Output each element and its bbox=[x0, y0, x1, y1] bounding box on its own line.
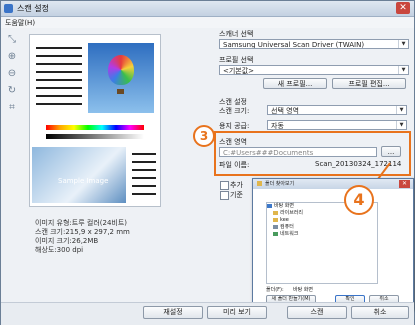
preview-toolbar: ⤡ ⊕ ⊖ ↻ ⌗ bbox=[6, 34, 22, 154]
window-title: 스캔 설정 bbox=[17, 4, 49, 13]
title-bar: 스캔 설정 ✕ bbox=[1, 1, 414, 17]
scan-size-value: 선택 영역 bbox=[271, 107, 299, 115]
spec-image-type: 이미지 유형:트루 컬러(24비트) bbox=[35, 219, 128, 227]
rotate-icon[interactable]: ↻ bbox=[6, 85, 18, 97]
paper-feed-select[interactable]: 자동 ▼ bbox=[267, 120, 407, 130]
zoom-in-icon[interactable]: ⊕ bbox=[6, 51, 18, 63]
dialog-title-bar: 폴더 찾아보기 ✕ bbox=[253, 179, 413, 189]
zoom-out-icon[interactable]: ⊖ bbox=[6, 68, 18, 80]
preview-photo-balloon bbox=[88, 43, 154, 113]
preview-photo-sky: Sample Image bbox=[32, 147, 126, 203]
folder-icon bbox=[257, 181, 262, 186]
edit-profile-button[interactable]: 프로필 편집... bbox=[332, 78, 406, 89]
scan-button[interactable]: 스캔 bbox=[287, 306, 347, 319]
computer-icon bbox=[273, 224, 278, 229]
scan-settings-window: 스캔 설정 ✕ 도움말(H) ⤡ ⊕ ⊖ ↻ ⌗ Sample Image 이미… bbox=[0, 0, 415, 325]
spec-resolution: 해상도:300 dpi bbox=[35, 246, 84, 254]
new-profile-button[interactable]: 새 프로필... bbox=[263, 78, 327, 89]
paper-feed-value: 자동 bbox=[271, 122, 284, 130]
dialog-close-icon[interactable]: ✕ bbox=[399, 180, 410, 188]
scan-path-field[interactable]: C:#Users###Documents bbox=[219, 147, 377, 157]
folder-browse-dialog: 폴더 찾아보기 ✕ 바탕 화면 라이브러리 kee 컴퓨터 네트워크 4 폴더(… bbox=[252, 178, 414, 310]
balloon-basket bbox=[117, 89, 124, 94]
crop-icon[interactable]: ⌗ bbox=[6, 102, 18, 114]
add-checkbox-label: 추가 bbox=[230, 181, 243, 189]
spec-scan-size: 스캔 크기:215,9 x 297,2 mm bbox=[35, 228, 130, 236]
menu-bar: 도움말(H) bbox=[1, 17, 414, 28]
user-folder-icon bbox=[273, 217, 278, 222]
folder-label: 폴더(F): bbox=[266, 287, 284, 293]
scan-size-label: 스캔 크기: bbox=[219, 107, 250, 115]
chevron-down-icon: ▼ bbox=[398, 66, 408, 74]
menu-help[interactable]: 도움말(H) bbox=[5, 18, 35, 28]
scanner-select-label: 스캐너 선택 bbox=[219, 30, 254, 38]
chevron-down-icon: ▼ bbox=[398, 40, 408, 48]
balloon-shape bbox=[108, 55, 134, 85]
step-3-badge: 3 bbox=[193, 125, 215, 147]
dialog-title: 폴더 찾아보기 bbox=[265, 181, 295, 187]
chevron-down-icon: ▼ bbox=[396, 121, 406, 129]
spec-image-size: 이미지 크기:26,2MB bbox=[35, 237, 99, 245]
profile-select-value: <기본값> bbox=[223, 67, 255, 75]
scanner-select[interactable]: Samsung Universal Scan Driver (TWAIN) ▼ bbox=[219, 39, 409, 49]
close-icon[interactable]: ✕ bbox=[396, 2, 410, 14]
image-specs: 이미지 유형:트루 컬러(24비트) 스캔 크기:215,9 x 297,2 m… bbox=[35, 219, 130, 255]
desktop-icon bbox=[267, 203, 272, 208]
select-tool-icon[interactable]: ⤡ bbox=[6, 34, 18, 46]
color-gradient-strip bbox=[46, 125, 144, 130]
cancel-button[interactable]: 취소 bbox=[351, 306, 409, 319]
paper-feed-label: 용지 공급: bbox=[219, 122, 250, 130]
scan-area-heading: 스캔 영역 bbox=[219, 138, 247, 146]
chevron-down-icon: ▼ bbox=[396, 106, 406, 114]
tree-item-computer[interactable]: 컴퓨터 bbox=[267, 224, 377, 231]
reset-button[interactable]: 재설정 bbox=[143, 306, 203, 319]
tree-item-kee[interactable]: kee bbox=[267, 217, 377, 224]
add-checkbox[interactable] bbox=[220, 181, 229, 190]
sample-image-label: Sample Image bbox=[58, 177, 109, 185]
filename-label: 파일 이름: bbox=[219, 161, 250, 169]
default-checkbox[interactable] bbox=[220, 191, 229, 200]
grayscale-strip bbox=[46, 134, 144, 139]
app-icon bbox=[4, 4, 13, 13]
network-icon bbox=[273, 231, 278, 236]
profile-select[interactable]: <기본값> ▼ bbox=[219, 65, 409, 75]
default-checkbox-label: 기준 bbox=[230, 191, 243, 199]
scanner-select-value: Samsung Universal Scan Driver (TWAIN) bbox=[223, 41, 365, 49]
scan-preview[interactable]: Sample Image bbox=[29, 34, 161, 207]
profile-select-label: 프로필 선택 bbox=[219, 56, 254, 64]
folder-value[interactable]: 바탕 화면 bbox=[293, 286, 313, 293]
library-icon bbox=[273, 210, 278, 215]
scan-size-select[interactable]: 선택 영역 ▼ bbox=[267, 105, 407, 115]
step-4-badge: 4 bbox=[344, 185, 374, 215]
preview-button[interactable]: 미리 보기 bbox=[207, 306, 267, 319]
browse-button[interactable]: ... bbox=[381, 146, 401, 157]
tree-item-network[interactable]: 네트워크 bbox=[267, 231, 377, 238]
